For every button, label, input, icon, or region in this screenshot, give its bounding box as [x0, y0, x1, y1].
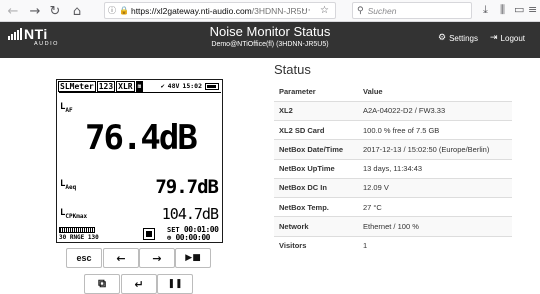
sidebar-icon[interactable]: ▭ [514, 3, 524, 16]
bookmark-star-icon[interactable]: ☆ [320, 5, 329, 16]
battery-icon [205, 82, 219, 90]
left-arrow-button[interactable]: ← [103, 248, 139, 268]
url-path: /3HDNN-JR5U [251, 5, 308, 16]
device-tab-slmeter: SLMeter [58, 81, 96, 92]
info-icon[interactable]: ⓘ [108, 5, 116, 16]
lcpkmax-value: 104.7dB [161, 205, 219, 223]
reload-icon[interactable]: ↻ [46, 2, 64, 20]
device-tabs: SLMeter 123 XLR m [58, 81, 144, 92]
set-time: SET 00:01:00 ⊕ 00:00:00 [167, 225, 219, 242]
skip-end-button[interactable]: ▶■ [175, 248, 211, 268]
table-header-row: Parameter Value [274, 82, 512, 102]
search-icon: ⚲ [357, 5, 364, 16]
table-row: NetBox DC In 12.09 V [274, 177, 512, 198]
device-tab-xlr: XLR [116, 81, 135, 92]
back-arrow-icon[interactable]: ← [4, 2, 22, 20]
menu-icon[interactable]: ≡ [528, 3, 537, 16]
search-input[interactable] [367, 5, 458, 16]
esc-button[interactable]: esc [66, 248, 102, 268]
pause-button[interactable]: ❚❚ [157, 274, 193, 294]
level-meter [59, 227, 95, 233]
logout-link[interactable]: ⇥ Logout [490, 33, 525, 43]
copy-button[interactable]: ⧉ [84, 274, 120, 294]
status-table: Parameter Value XL2 A2A-04022-D2 / FW3.33… [274, 82, 512, 256]
home-icon[interactable]: ⌂ [68, 2, 86, 20]
library-icon[interactable]: ⫼ [500, 3, 505, 17]
device-tab-123: 123 [96, 81, 116, 92]
status-heading: Status [274, 62, 311, 77]
url-host: https://xl2gateway.nti-audio.com [130, 5, 252, 16]
search-bar[interactable]: ⚲ [352, 2, 472, 19]
mic-icon: m [135, 81, 144, 92]
col-header-value: Value [358, 82, 512, 102]
page-actions-icon[interactable]: ··· [302, 6, 311, 16]
settings-link[interactable]: ⚙ Settings [438, 33, 478, 43]
laeq-value: 79.7dB [155, 176, 219, 198]
device-status: ✔ 48V 15:02 [161, 82, 219, 90]
laf-value: 76.4dB [85, 118, 198, 158]
table-row: Visitors 1 [274, 235, 512, 256]
col-header-parameter: Parameter [274, 82, 358, 102]
timer-icon: ⊕ [167, 234, 172, 242]
phantom-power: 48V [167, 82, 180, 90]
check-icon: ✔ [160, 82, 165, 90]
range-label: 30 RNGE 130 [59, 234, 99, 241]
device-clock: 15:02 [182, 82, 202, 90]
app-header: NTi AUDIO Noise Monitor Status Demo@NTiO… [0, 22, 540, 58]
table-row: NetBox Date/Time 2017-12-13 / 15:02:50 (E… [274, 139, 512, 159]
right-arrow-button[interactable]: → [139, 248, 175, 268]
table-row: XL2 A2A-04022-D2 / FW3.33 [274, 100, 512, 121]
forward-arrow-icon[interactable]: → [26, 2, 44, 20]
lock-icon: 🔒 [119, 6, 129, 15]
device-bottom-bar: 30 RNGE 130 SET 00:01:00 ⊕ 00:00:00 [59, 226, 221, 242]
gear-icon: ⚙ [438, 33, 447, 43]
table-row: NetBox UpTime 13 days, 11:34:43 [274, 158, 512, 179]
laf-label: LAF [60, 102, 73, 114]
table-row: XL2 SD Card 100.0 % free of 7.5 GB [274, 119, 512, 140]
table-row: NetBox Temp. 27 °C [274, 196, 512, 217]
logout-icon: ⇥ [490, 33, 498, 43]
xl2-device-screen: SLMeter 123 XLR m ✔ 48V 15:02 LAF 76.4dB… [56, 79, 223, 243]
table-row: Network Ethernet / 100 % [274, 216, 512, 236]
browser-toolbar: ← → ↻ ⌂ ⓘ 🔒 https://xl2gateway.nti-audio… [0, 0, 540, 22]
laeq-label: LAeq [60, 179, 77, 191]
stop-icon [143, 228, 155, 240]
download-icon[interactable]: ⤓ [483, 3, 488, 17]
lcpkmax-label: LCPKmax [60, 208, 88, 220]
enter-button[interactable]: ↵ [121, 274, 157, 294]
